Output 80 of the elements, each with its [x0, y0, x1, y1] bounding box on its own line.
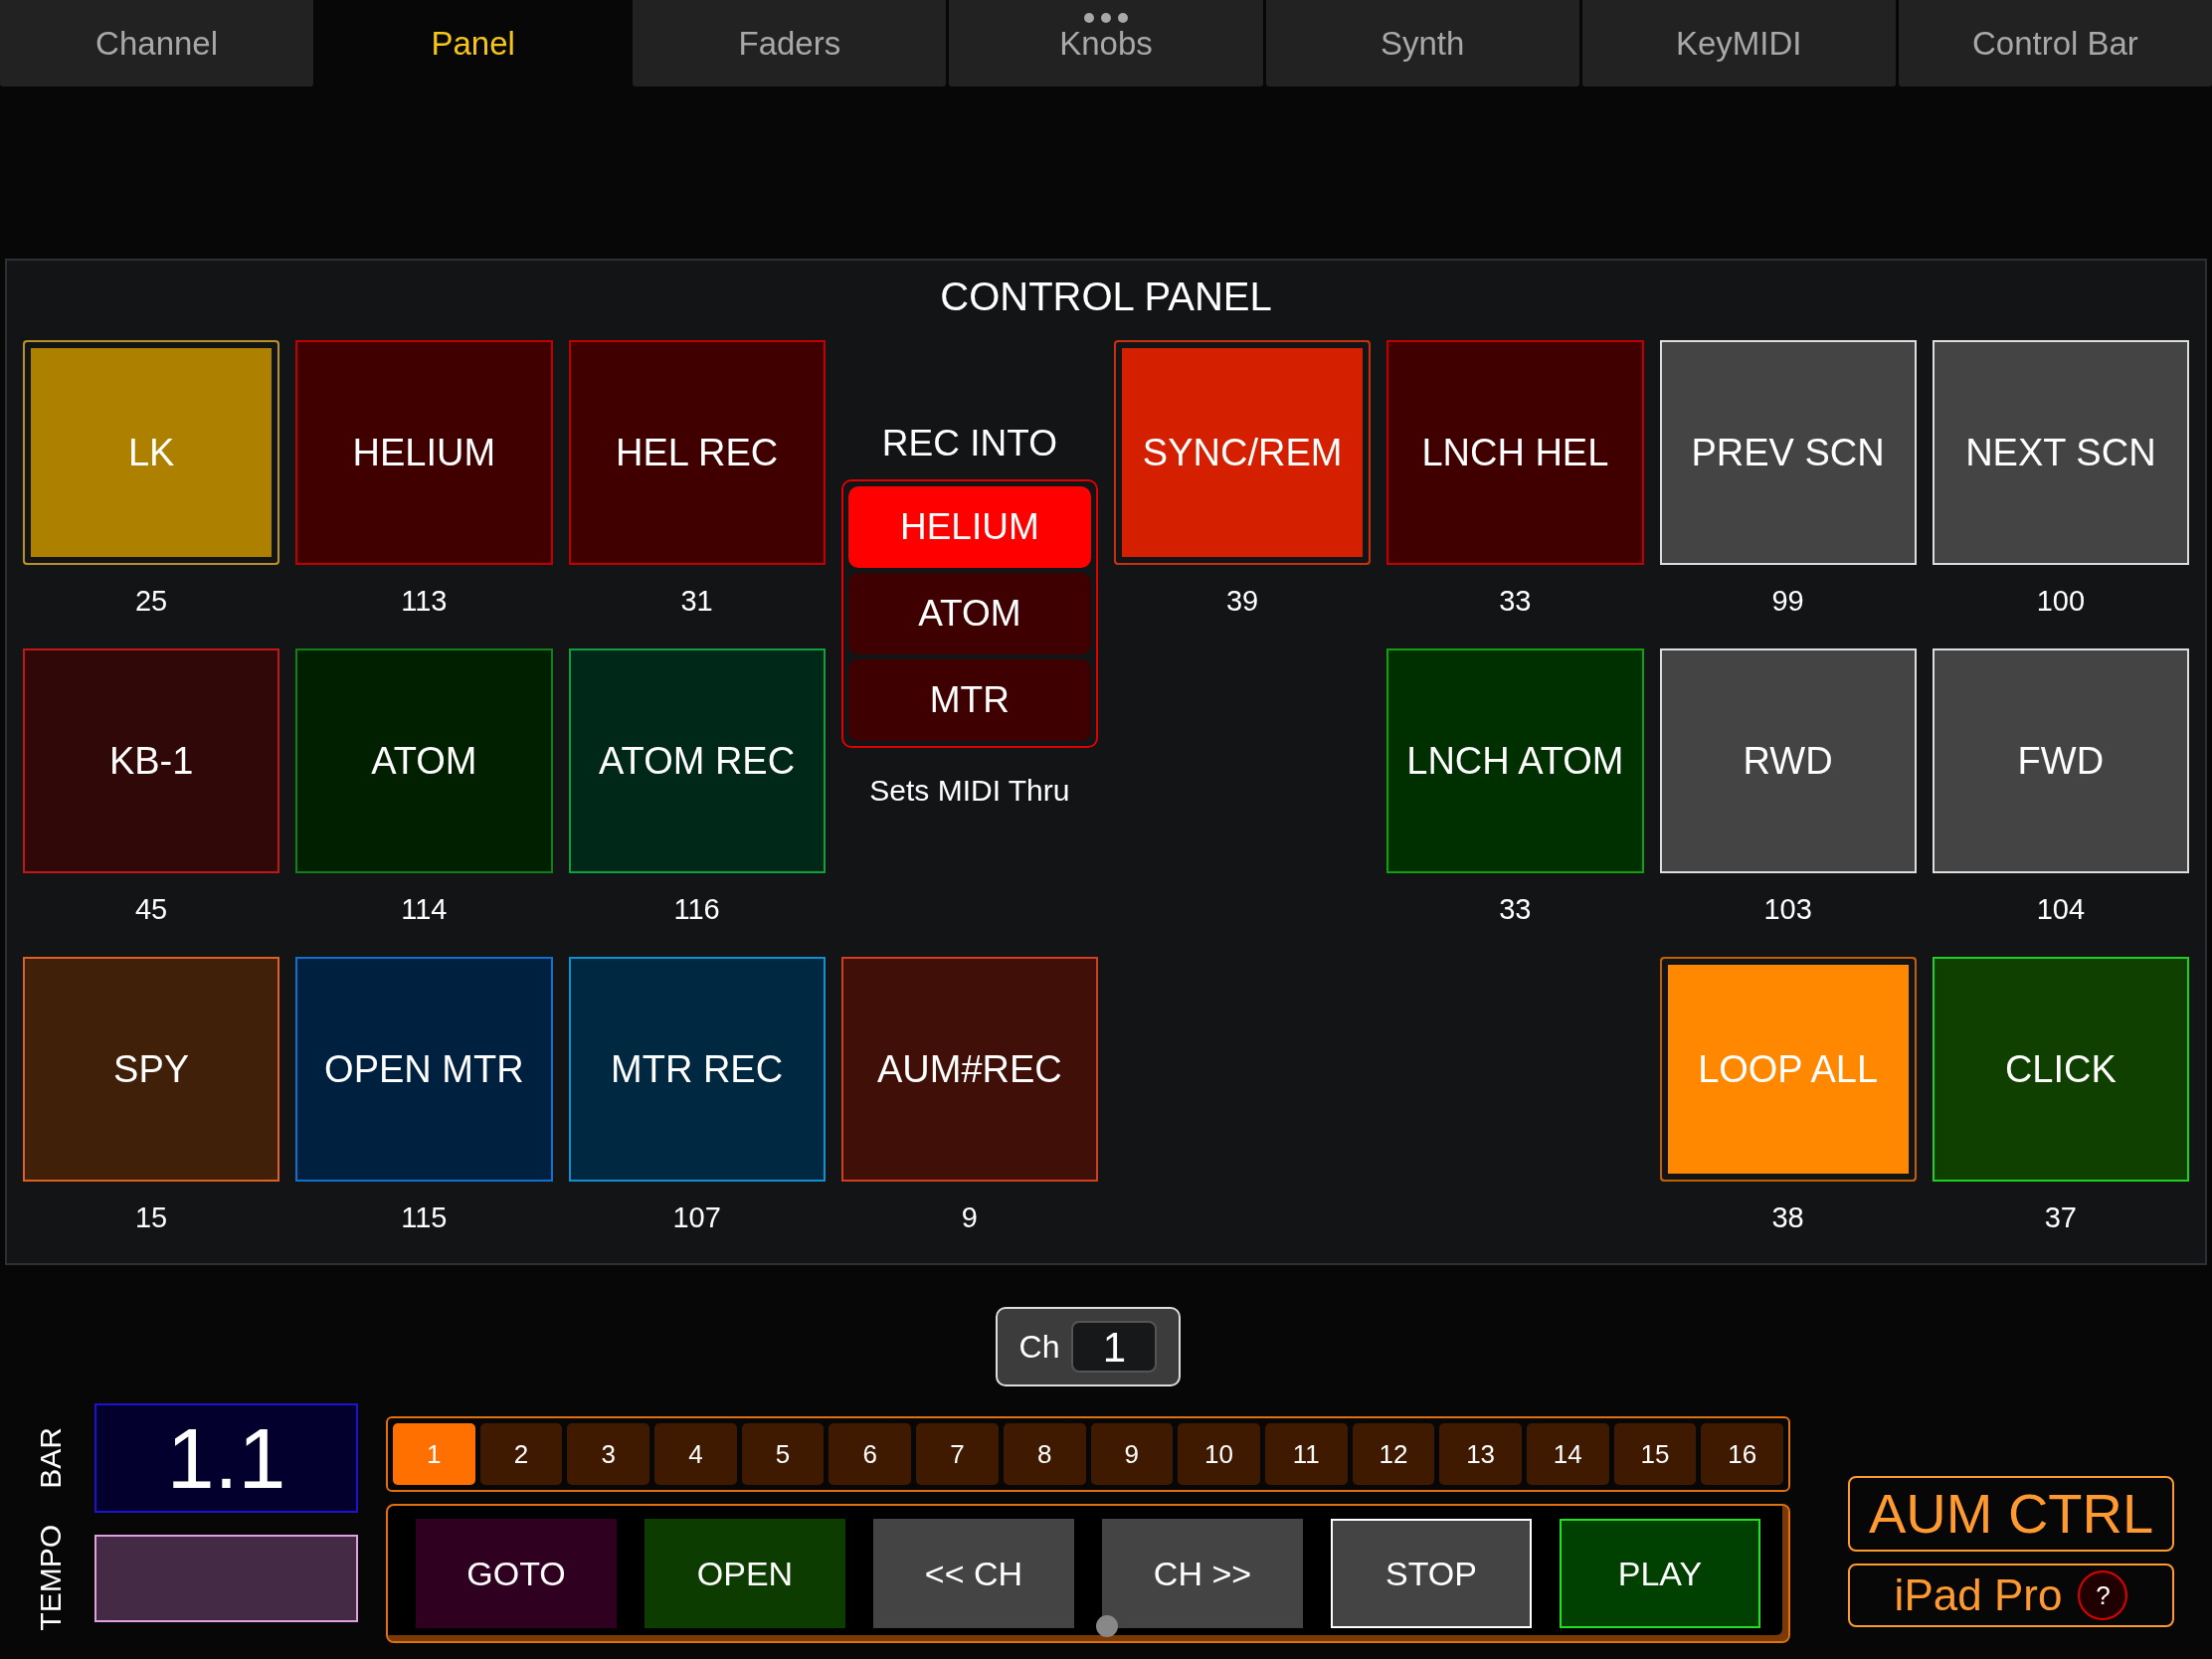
channel-button[interactable]: 2 [479, 1423, 563, 1485]
pad-button[interactable]: LNCH ATOM [1386, 648, 1644, 873]
channel-button[interactable]: 6 [829, 1423, 912, 1485]
transport-button[interactable]: OPEN [645, 1519, 845, 1628]
channel-button[interactable]: 15 [1613, 1423, 1697, 1485]
pad-button[interactable]: ATOM REC [568, 648, 826, 873]
bar-display: 1.1 [94, 1403, 358, 1514]
pad-button[interactable]: LK [23, 340, 280, 565]
note-number: 15 [135, 1200, 168, 1235]
channel-value: 1 [1071, 1321, 1158, 1373]
selector-option[interactable]: HELIUM [847, 485, 1091, 568]
note-number: 115 [401, 1200, 448, 1235]
channel-button[interactable]: 5 [741, 1423, 825, 1485]
pad-button[interactable]: NEXT SCN [1932, 340, 2189, 565]
pad-button[interactable]: RWD [1659, 648, 1917, 873]
channel-button[interactable]: 13 [1439, 1423, 1522, 1485]
channel-stepper[interactable]: Ch 1 [995, 1307, 1182, 1386]
note-number: 38 [1771, 1200, 1804, 1235]
pad-button[interactable]: FWD [1932, 648, 2189, 873]
note-number: 31 [680, 584, 713, 619]
pad-button[interactable]: PREV SCN [1659, 340, 1917, 565]
tempo-label: TEMPO [33, 1525, 68, 1631]
pad-button[interactable]: KB-1 [23, 648, 280, 873]
channel-button[interactable]: 16 [1701, 1423, 1783, 1485]
note-number: 116 [673, 892, 720, 927]
note-number: 113 [401, 584, 448, 619]
pad-button[interactable]: CLICK [1932, 957, 2189, 1182]
pad-button[interactable]: HELIUM [295, 340, 553, 565]
selector-option[interactable]: ATOM [847, 572, 1091, 654]
channel-label: Ch [1018, 1328, 1060, 1367]
note-number: 33 [1499, 584, 1532, 619]
note-number: 99 [1771, 584, 1804, 619]
brand-title: AUM CTRL [1848, 1476, 2174, 1552]
pad-button[interactable]: AUM#REC [840, 957, 1098, 1182]
selector-title: REC INTO [881, 422, 1057, 465]
note-number: 39 [1226, 584, 1259, 619]
note-number: 103 [1763, 892, 1812, 927]
pad-button[interactable]: OPEN MTR [295, 957, 553, 1182]
channel-button[interactable]: 8 [1003, 1423, 1086, 1485]
tab[interactable]: Control Bar [1898, 0, 2212, 87]
note-number: 114 [401, 892, 448, 927]
note-number: 107 [672, 1200, 721, 1235]
bar-label: BAR [33, 1427, 68, 1490]
pad-button[interactable]: LNCH HEL [1386, 340, 1644, 565]
tab[interactable]: KeyMIDI [1581, 0, 1896, 87]
brand-subtitle: iPad Pro [1894, 1569, 2063, 1621]
channel-button[interactable]: 4 [654, 1423, 737, 1485]
transport-button[interactable]: STOP [1331, 1519, 1532, 1628]
channel-button[interactable]: 11 [1264, 1423, 1348, 1485]
tab[interactable]: Channel [0, 0, 314, 87]
tab[interactable]: Synth [1265, 0, 1579, 87]
note-number: 100 [2036, 584, 2086, 619]
panel-title: CONTROL PANEL [940, 274, 1272, 320]
help-button[interactable]: ? [2078, 1570, 2128, 1620]
note-number: 37 [2044, 1200, 2077, 1235]
note-number: 9 [961, 1200, 978, 1235]
channel-button[interactable]: 10 [1178, 1423, 1260, 1485]
note-number: 25 [135, 584, 168, 619]
transport-button[interactable]: CH >> [1102, 1519, 1303, 1628]
transport-button[interactable]: << CH [873, 1519, 1074, 1628]
channel-button[interactable]: 14 [1526, 1423, 1609, 1485]
channel-button[interactable]: 3 [567, 1423, 650, 1485]
pad-button[interactable]: ATOM [295, 648, 553, 873]
transport-button[interactable]: PLAY [1560, 1519, 1760, 1628]
note-number: 104 [2036, 892, 2086, 927]
channel-button[interactable]: 7 [916, 1423, 999, 1485]
note-number: 33 [1499, 892, 1532, 927]
tab[interactable]: Knobs [949, 0, 1263, 87]
selector-note: Sets MIDI Thru [869, 772, 1070, 809]
pad-button[interactable]: SPY [23, 957, 280, 1182]
channel-button[interactable]: 12 [1352, 1423, 1435, 1485]
note-number: 45 [135, 892, 168, 927]
pad-button[interactable]: MTR REC [568, 957, 826, 1182]
transport-button[interactable]: GOTO [416, 1519, 617, 1628]
tab[interactable]: Faders [633, 0, 947, 87]
selector-option[interactable]: MTR [847, 658, 1091, 741]
pad-button[interactable]: SYNC/REM [1114, 340, 1372, 565]
channel-button[interactable]: 9 [1090, 1423, 1174, 1485]
pad-button[interactable]: HEL REC [568, 340, 826, 565]
more-dots-icon [1084, 13, 1128, 23]
